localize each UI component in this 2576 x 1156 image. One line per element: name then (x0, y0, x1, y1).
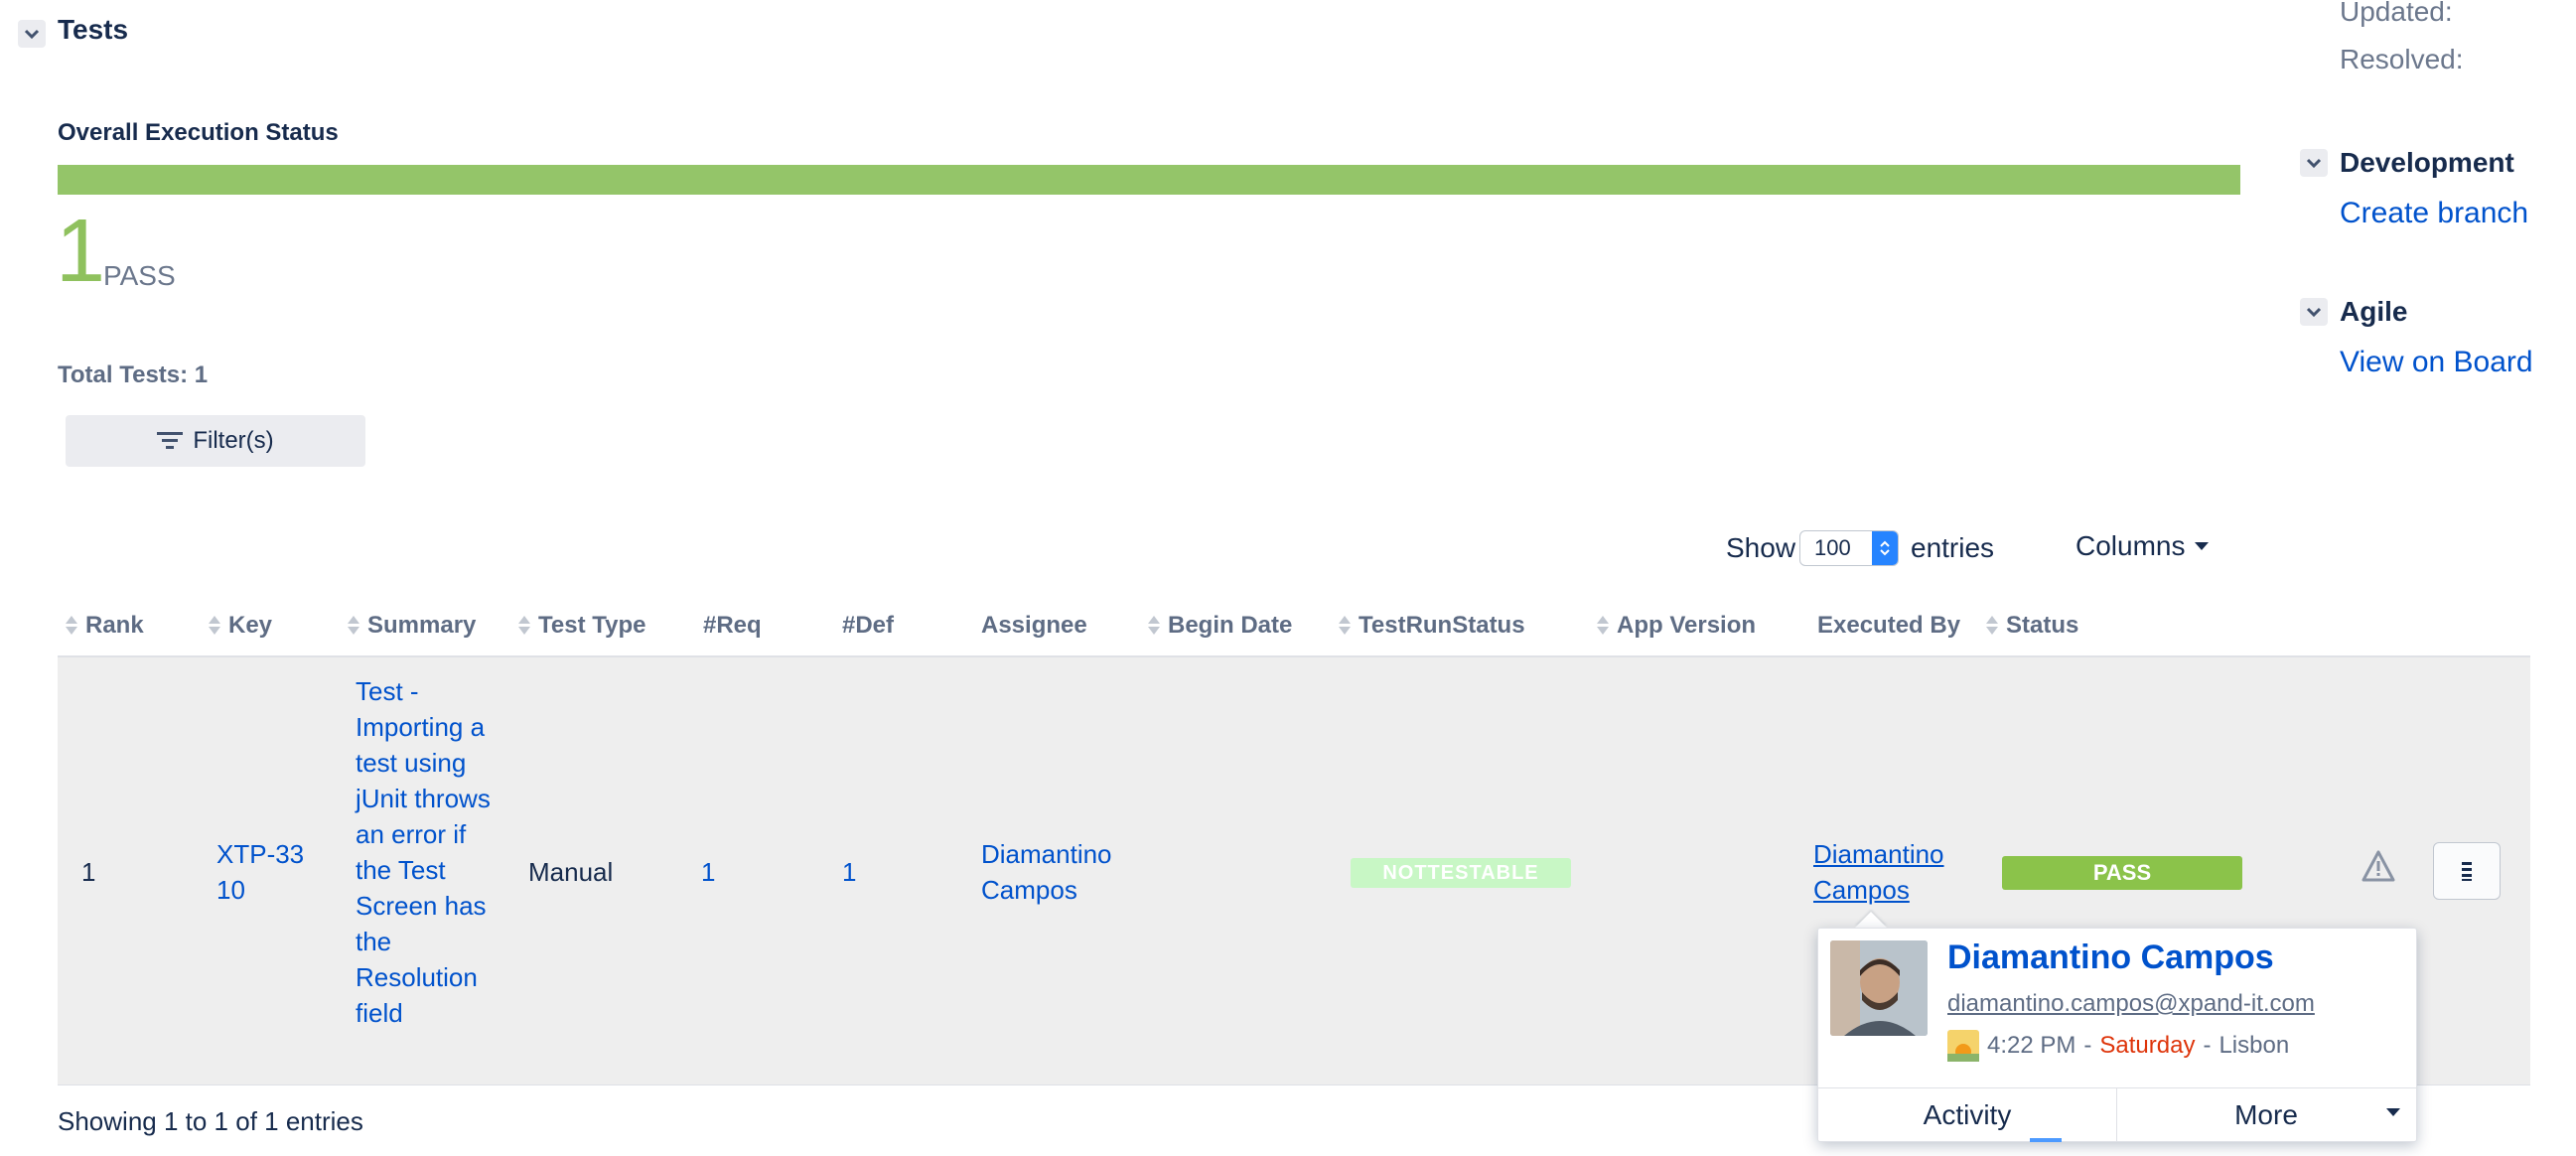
caret-down-icon (2386, 1108, 2400, 1116)
table-header: Rank Key Summary Test Type #Req #Def Ass… (58, 600, 2530, 657)
column-header-app-version[interactable]: App Version (1597, 612, 1756, 640)
column-header-status[interactable]: Status (1986, 612, 2078, 640)
caret-down-icon (2195, 542, 2210, 550)
sort-icon (518, 614, 530, 638)
sort-icon (66, 614, 77, 638)
total-tests-label: Total Tests: 1 (58, 361, 209, 388)
agile-section-title: Agile (2340, 296, 2408, 327)
list-menu-icon (2462, 862, 2472, 881)
execution-progress-bar (58, 165, 2240, 195)
chevron-down-icon (2306, 158, 2322, 169)
overall-execution-status-label: Overall Execution Status (58, 119, 339, 146)
column-header-begin-date[interactable]: Begin Date (1148, 612, 1292, 640)
pass-label: PASS (103, 260, 176, 291)
more-dropdown-button[interactable]: More (2116, 1088, 2416, 1142)
cell-def-link[interactable]: 1 (842, 854, 856, 890)
view-on-board-link[interactable]: View on Board (2340, 346, 2533, 379)
column-header-label: Begin Date (1168, 612, 1293, 639)
development-collapse-toggle[interactable] (2300, 149, 2328, 177)
sun-icon (1947, 1030, 1979, 1062)
cell-assignee-link[interactable]: Diamantino Campos (981, 836, 1130, 908)
popover-day: Saturday (2099, 1032, 2196, 1059)
columns-button-label: Columns (2075, 530, 2186, 561)
cell-summary-link[interactable]: Test - Importing a test using jUnit thro… (356, 673, 497, 1031)
column-header-label: App Version (1617, 612, 1757, 639)
sort-icon (1597, 614, 1609, 638)
column-header-label: Summary (367, 612, 477, 639)
resolved-label: Resolved: (2340, 44, 2464, 74)
select-arrows-icon (1872, 531, 1898, 565)
popover-pointer (1855, 912, 1887, 928)
column-header-label: Rank (85, 612, 144, 639)
cell-key-link[interactable]: XTP-3310 (216, 836, 306, 908)
popover-user-name[interactable]: Diamantino Campos (1947, 939, 2274, 977)
pagination-indicator (2030, 1138, 2062, 1142)
execution-progress-fill (58, 165, 2240, 195)
entries-per-page-select[interactable]: 100 (1799, 530, 1899, 566)
chevron-down-icon (24, 29, 40, 40)
column-header-label: #Def (842, 612, 895, 639)
user-hover-card: Diamantino Campos diamantino.campos@xpan… (1817, 928, 2417, 1142)
filter-button[interactable]: Filter(s) (66, 415, 365, 467)
create-branch-link[interactable]: Create branch (2340, 197, 2528, 230)
warning-icon[interactable] (2361, 850, 2395, 887)
column-header-assignee[interactable]: Assignee (981, 612, 1087, 640)
column-header-testrunstatus[interactable]: TestRunStatus (1339, 612, 1525, 640)
column-header-rank[interactable]: Rank (66, 612, 144, 640)
row-actions-button[interactable] (2433, 842, 2501, 900)
sort-icon (209, 614, 220, 638)
sort-icon (1148, 614, 1160, 638)
show-label: Show (1726, 532, 1796, 563)
sort-icon (1339, 614, 1351, 638)
columns-button[interactable]: Columns (2075, 530, 2210, 562)
chevron-down-icon (2306, 307, 2322, 318)
development-section-title: Development (2340, 147, 2514, 178)
column-header-test-type[interactable]: Test Type (518, 612, 645, 640)
column-header-label: Test Type (538, 612, 646, 639)
column-header-label: Executed By (1817, 612, 1961, 639)
column-header-label: TestRunStatus (1359, 612, 1525, 639)
column-header-label: Assignee (981, 612, 1087, 639)
cell-test-type: Manual (528, 857, 614, 887)
agile-collapse-toggle[interactable] (2300, 298, 2328, 326)
tests-section-title: Tests (58, 14, 129, 45)
filter-icon (157, 432, 184, 449)
sort-icon (1986, 614, 1998, 638)
table-info-footer: Showing 1 to 1 of 1 entries (58, 1106, 363, 1136)
popover-location: Lisbon (2218, 1032, 2290, 1059)
updated-label: Updated: (2340, 0, 2453, 27)
column-header-label: Key (228, 612, 273, 639)
pass-count: 1 (56, 202, 106, 301)
sort-icon (348, 614, 359, 638)
column-header-summary[interactable]: Summary (348, 612, 476, 640)
activity-button[interactable]: Activity (1818, 1088, 2117, 1142)
status-badge: PASS (2002, 856, 2242, 890)
column-header-label: Status (2006, 612, 2079, 639)
avatar (1830, 940, 1928, 1036)
entries-select-value: 100 (1814, 535, 1851, 560)
popover-time: 4:22 PM (1987, 1032, 2076, 1059)
popover-separator: - (2083, 1032, 2092, 1059)
tests-collapse-toggle[interactable] (18, 20, 46, 48)
more-button-label: More (2234, 1099, 2298, 1130)
column-header-req[interactable]: #Req (703, 612, 762, 640)
column-header-def[interactable]: #Def (842, 612, 894, 640)
popover-separator: - (2203, 1032, 2212, 1059)
testrun-status-badge: NOTTESTABLE (1351, 858, 1571, 888)
column-header-executed-by[interactable]: Executed By (1817, 612, 1960, 640)
popover-user-email[interactable]: diamantino.campos@xpand-it.com (1947, 990, 2315, 1018)
popover-actions: Activity More (1818, 1087, 2416, 1142)
popover-local-time: 4:22 PM - Saturday - Lisbon (1947, 1030, 2289, 1062)
column-header-label: #Req (703, 612, 762, 639)
column-header-key[interactable]: Key (209, 612, 272, 640)
cell-req-link[interactable]: 1 (701, 854, 715, 890)
cell-executed-by-link[interactable]: Diamantino Campos (1813, 836, 1962, 908)
entries-label: entries (1911, 532, 1995, 563)
cell-rank: 1 (81, 857, 96, 887)
filter-button-label: Filter(s) (193, 427, 274, 454)
